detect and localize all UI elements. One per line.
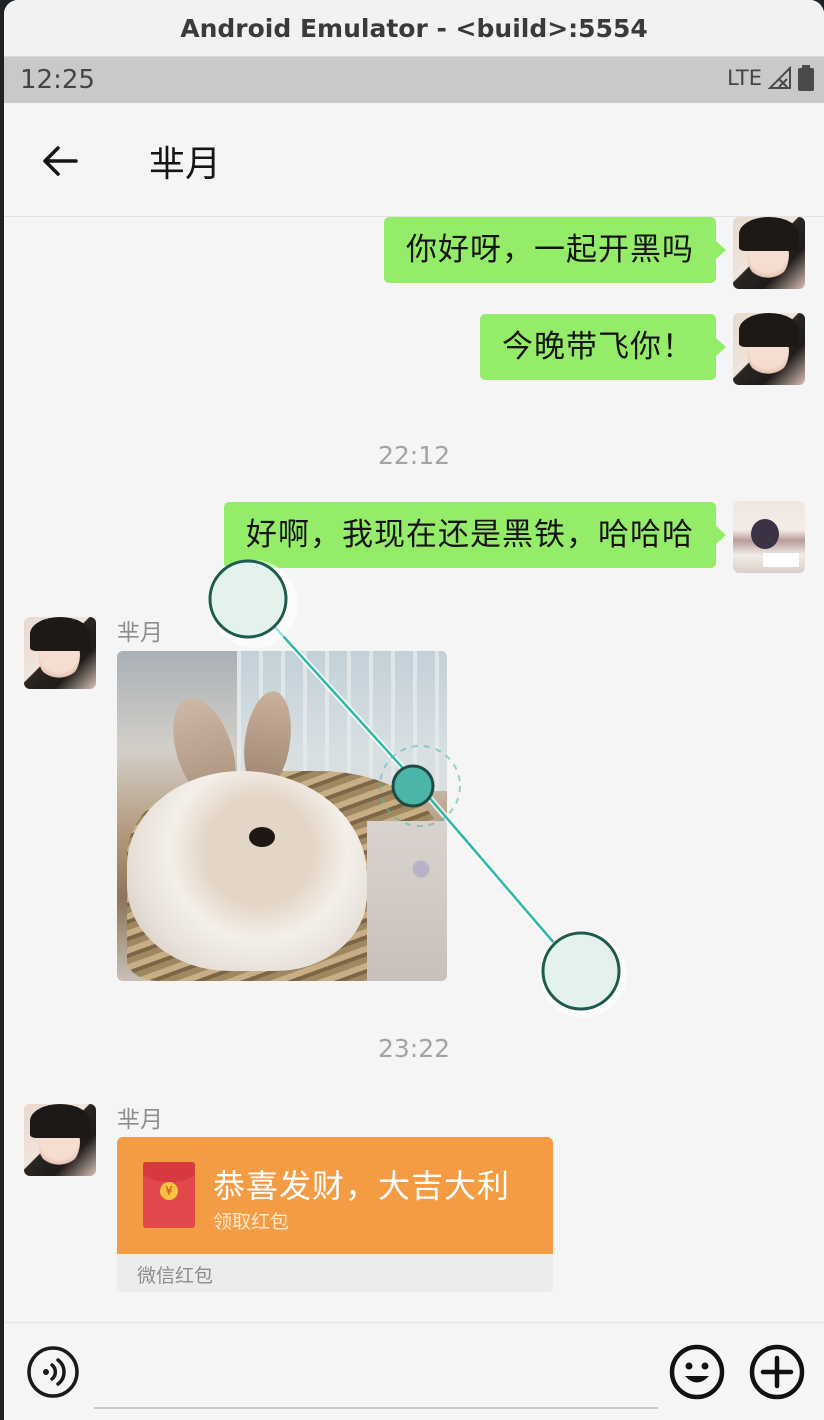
plus-circle-icon[interactable] [748, 1343, 806, 1401]
chat-title: 芈月 [149, 144, 222, 185]
red-packet-message[interactable]: ¥ 恭喜发财，大吉大利 领取红包 微信红包 [117, 1137, 553, 1292]
avatar[interactable] [733, 217, 805, 289]
app-bar: 芈月 [4, 103, 824, 217]
avatar[interactable] [24, 617, 96, 689]
status-time: 12:25 [20, 65, 95, 95]
status-icons: LTE [727, 65, 814, 91]
arrow-left-icon[interactable] [38, 139, 82, 183]
photo-eye [249, 827, 275, 847]
emoji-icon[interactable] [668, 1343, 726, 1401]
red-packet-footer: 微信红包 [137, 1265, 214, 1287]
battery-icon [798, 65, 814, 91]
emulator-window: Android Emulator - <build>:5554 12:25 LT… [4, 0, 824, 1420]
message-input[interactable] [94, 1343, 658, 1409]
message-bubble[interactable]: 你好呀，一起开黑吗 [384, 217, 726, 283]
message-bubble[interactable]: 今晚带飞你！ [480, 314, 726, 380]
red-packet-icon: ¥ [143, 1162, 195, 1228]
avatar[interactable] [24, 1104, 96, 1176]
window-titlebar: Android Emulator - <build>:5554 [4, 0, 824, 57]
sender-name: 芈月 [117, 620, 163, 646]
red-packet-subtitle: 领取红包 [213, 1211, 290, 1233]
avatar[interactable] [733, 313, 805, 385]
image-message[interactable] [117, 651, 447, 981]
avatar[interactable] [733, 501, 805, 573]
sender-name: 芈月 [117, 1107, 163, 1133]
timestamp: 22:12 [377, 441, 451, 470]
red-packet-title: 恭喜发财，大吉大利 [213, 1167, 511, 1205]
photo-cushion [367, 821, 447, 981]
timestamp: 23:22 [377, 1034, 451, 1063]
status-bar: 12:25 LTE [4, 57, 824, 103]
network-label: LTE [727, 66, 762, 90]
coin-icon: ¥ [160, 1182, 178, 1200]
message-list[interactable]: 你好呀，一起开黑吗 今晚带飞你！ 22:12 好啊，我现在还是黑铁，哈哈哈 芈月… [4, 217, 824, 1322]
message-bubble[interactable]: 好啊，我现在还是黑铁，哈哈哈 [224, 502, 726, 568]
input-bar [4, 1322, 824, 1420]
voice-icon[interactable] [26, 1345, 80, 1399]
window-title: Android Emulator - <build>:5554 [180, 13, 648, 43]
signal-icon [768, 66, 791, 89]
